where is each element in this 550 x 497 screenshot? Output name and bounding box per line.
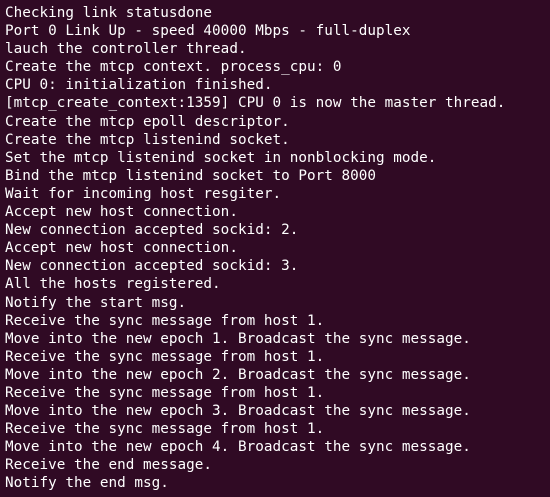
terminal-line: Accept new host connection.: [5, 204, 238, 221]
terminal-line: Checking link statusdone: [5, 5, 213, 21]
terminal-line: Notify the start msg.: [5, 294, 187, 311]
terminal-line: Receive the sync message from host 1.: [5, 312, 325, 329]
terminal-line: [mtcp_create_context:1359] CPU 0 is now …: [5, 95, 506, 112]
terminal-line: Move into the new epoch 3. Broadcast the…: [5, 403, 471, 420]
terminal-line: All the hosts registered.: [5, 276, 221, 293]
terminal-line: Move into the new epoch 4. Broadcast the…: [5, 439, 471, 456]
terminal-line: lauch the controller thread.: [5, 41, 247, 58]
terminal-line: Create the mtcp listenind socket.: [5, 131, 290, 148]
terminal-line: Move into the new epoch 1. Broadcast the…: [5, 330, 471, 347]
terminal-line: Set the mtcp listenind socket in nonbloc…: [5, 149, 437, 166]
terminal-line: Create the mtcp context. process_cpu: 0: [5, 59, 342, 76]
terminal-line: Receive the sync message from host 1.: [5, 421, 325, 438]
terminal-line: New connection accepted sockid: 3.: [5, 258, 299, 275]
terminal-line: Notify the end msg.: [5, 475, 169, 492]
terminal-line: Receive the sync message from host 1.: [5, 348, 325, 365]
terminal-line: CPU 0: initialization finished.: [5, 77, 273, 94]
terminal-line: Wait for incoming host resgiter.: [5, 185, 282, 202]
terminal-line: Accept new host connection.: [5, 240, 238, 257]
terminal-line: Receive the sync message from host 1.: [5, 384, 325, 401]
terminal-output[interactable]: Checking link statusdone Port 0 Link Up …: [0, 0, 550, 497]
terminal-line: Bind the mtcp listenind socket to Port 8…: [5, 167, 376, 184]
terminal-line: New connection accepted sockid: 2.: [5, 222, 299, 239]
terminal-line: Create the mtcp epoll descriptor.: [5, 113, 290, 130]
terminal-line: Receive the end message.: [5, 457, 213, 474]
terminal-line: Move into the new epoch 2. Broadcast the…: [5, 366, 471, 383]
terminal-line: Port 0 Link Up - speed 40000 Mbps - full…: [5, 23, 411, 40]
